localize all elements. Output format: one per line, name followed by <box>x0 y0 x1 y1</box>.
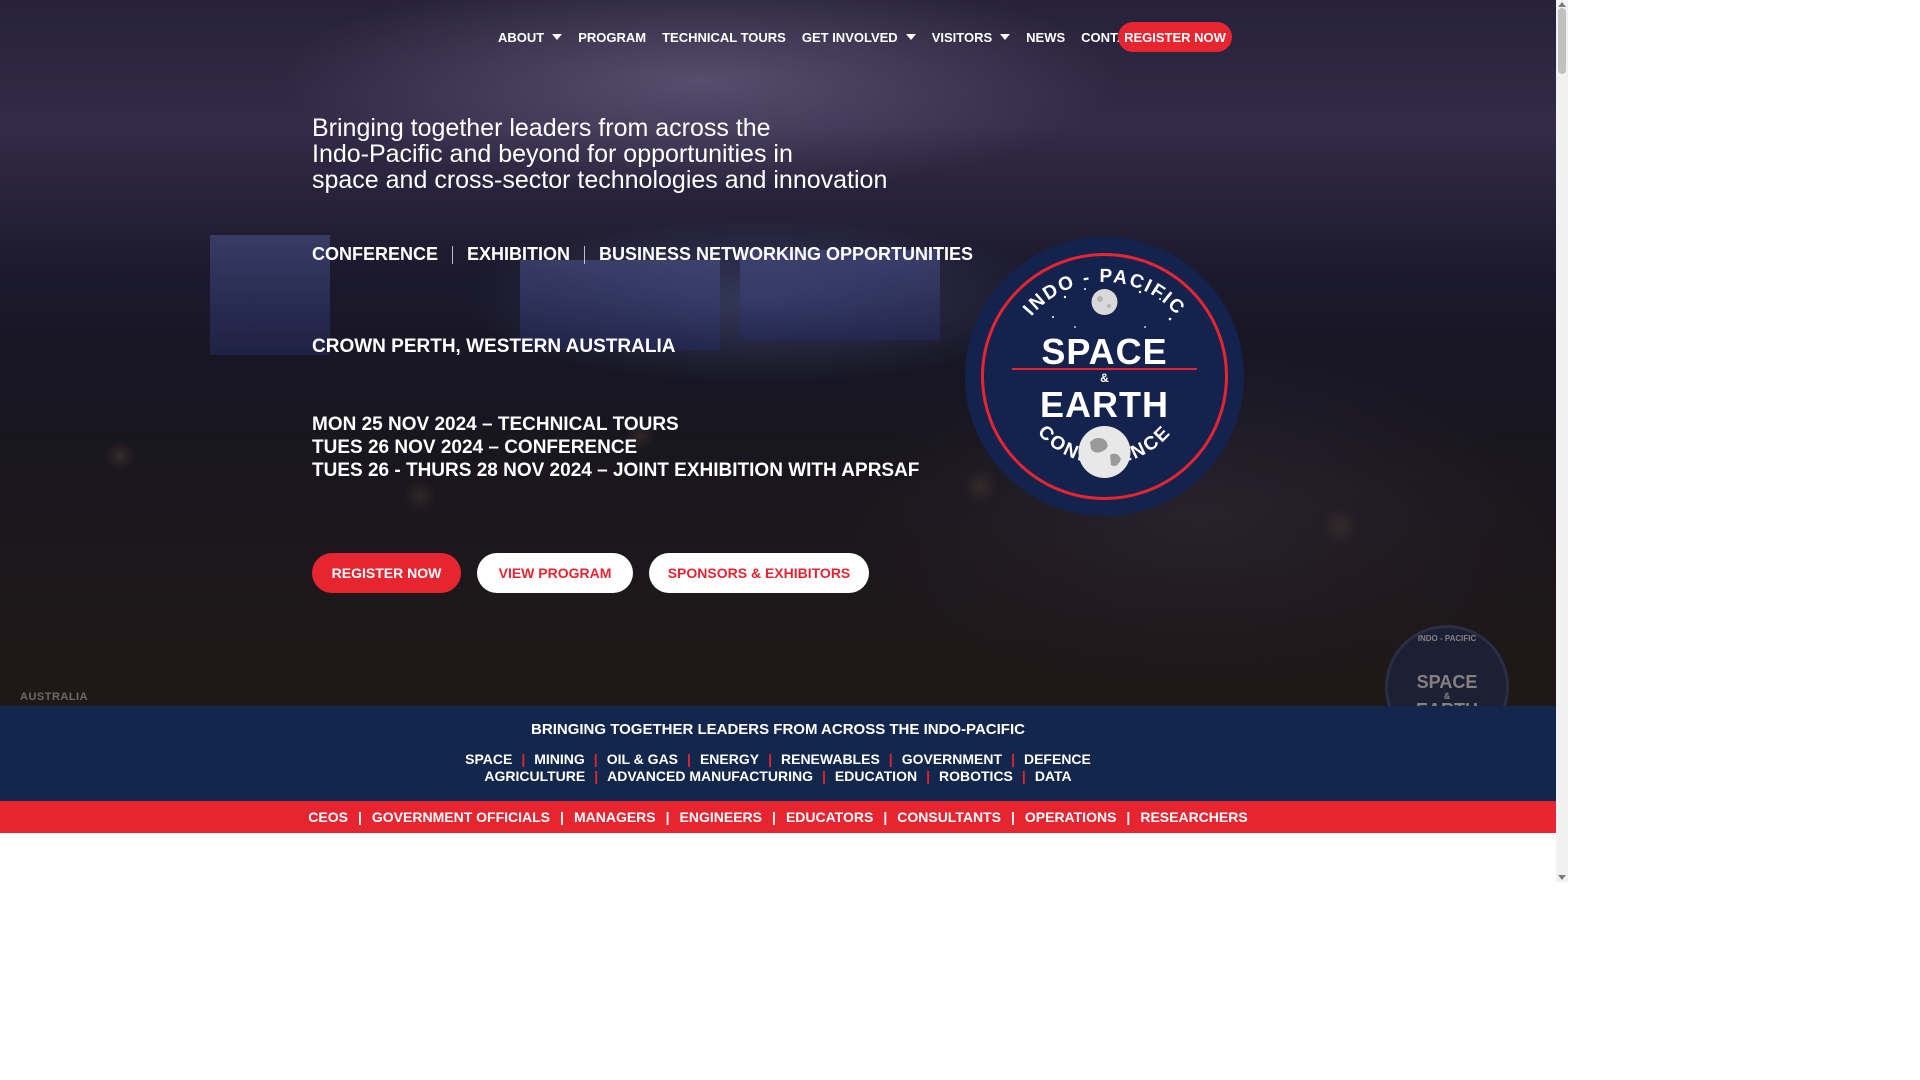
chevron-down-icon <box>905 34 916 40</box>
sector-separator: | <box>1021 768 1026 784</box>
moon-icon <box>1091 289 1118 315</box>
sectors-row-1: SPACE | MINING | OIL & GAS | ENERGY | RENEWA… <box>0 751 1556 767</box>
role-item: ENGINEERS <box>679 809 763 825</box>
view-program-button[interactable]: VIEW PROGRAM <box>477 553 633 593</box>
scroll-down-arrow-icon[interactable] <box>1558 875 1566 880</box>
role-separator: | <box>560 809 564 825</box>
sector-item: RENEWABLES <box>781 751 880 767</box>
nav-visitors[interactable]: VISITORS <box>924 30 1018 45</box>
date-line: TUES 26 - THURS 28 NOV 2024 – JOINT EXHI… <box>312 460 920 481</box>
role-item: MANAGERS <box>573 809 656 825</box>
nav-about-label: ABOUT <box>498 29 545 45</box>
sector-separator: | <box>926 768 930 784</box>
sectors-title: BRINGING TOGETHER LEADERS FROM ACROSS TH… <box>531 721 1025 738</box>
role-item: RESEARCHERS <box>1140 809 1248 825</box>
hero-buttons: REGISTER NOW VIEW PROGRAM SPONSORS & EXH… <box>312 553 885 593</box>
sector-separator: | <box>821 768 826 784</box>
roles-band: CEOS | GOVERNMENT OFFICIALS | MANAGERS | EN… <box>0 801 1556 833</box>
register-now-button[interactable]: REGISTER NOW <box>312 553 461 593</box>
event-venue: CROWN PERTH, WESTERN AUSTRALIA <box>312 336 676 357</box>
logo-line1: SPACE <box>1041 331 1167 372</box>
role-item: CONSULTANTS <box>897 809 1001 825</box>
event-dates: MON 25 NOV 2024 – TECHNICAL TOURS TUES 2… <box>312 413 919 482</box>
nav-news[interactable]: NEWS <box>1018 30 1073 45</box>
earth-globe-icon <box>1078 426 1131 478</box>
scroll-up-arrow-icon[interactable] <box>1558 2 1566 7</box>
nav-register-button[interactable]: REGISTER NOW <box>1118 22 1232 52</box>
scroll-thumb[interactable] <box>1558 8 1566 74</box>
sector-item: SPACE <box>465 751 513 767</box>
page-scrollbar[interactable] <box>1556 0 1568 882</box>
sector-item: AGRICULTURE <box>484 768 586 784</box>
sector-separator: | <box>521 751 526 767</box>
sector-separator: | <box>594 768 599 784</box>
nav-program-label: PROGRAM <box>578 29 647 45</box>
sectors-row-2: AGRICULTURE | ADVANCED MANUFACTURING | EDU… <box>0 768 1556 784</box>
role-separator: | <box>1126 809 1131 825</box>
tagline-line: space and cross-sector technologies and … <box>312 166 888 194</box>
sector-separator: | <box>593 751 598 767</box>
conference-logo: INDO - PACIFIC CONFERENCE SPACE & EARTH <box>965 237 1244 516</box>
pillar-divider <box>452 245 454 264</box>
logo-line2: EARTH <box>1040 384 1169 425</box>
role-separator: | <box>883 809 888 825</box>
pillar-exhibition: EXHIBITION <box>467 244 571 264</box>
nav-technical-tours[interactable]: TECHNICAL TOURS <box>654 30 794 45</box>
tagline-line: Bringing together leaders from across th… <box>312 114 771 142</box>
nav-visitors-label: VISITORS <box>931 29 993 45</box>
main-nav: ABOUT PROGRAM TECHNICAL TOURS GET INVOLV… <box>490 22 1152 52</box>
pillar-networking: BUSINESS NETWORKING OPPORTUNITIES <box>599 244 974 264</box>
nav-about[interactable]: ABOUT <box>490 30 570 45</box>
role-item: GOVERNMENT OFFICIALS <box>371 809 551 825</box>
nav-get-involved[interactable]: GET INVOLVED <box>794 30 924 45</box>
pillar-conference: CONFERENCE <box>312 244 439 264</box>
sector-item: MINING <box>534 751 585 767</box>
logo-graphic: INDO - PACIFIC CONFERENCE SPACE & EARTH <box>981 253 1228 500</box>
logo-ampersand: & <box>1100 371 1109 385</box>
hero-section <box>0 0 1556 706</box>
chevron-down-icon <box>1000 34 1011 40</box>
sector-separator: | <box>1011 751 1015 767</box>
sector-item: DEFENCE <box>1023 751 1091 767</box>
role-separator: | <box>772 809 776 825</box>
hero-tagline: Bringing together leaders from across th… <box>312 115 952 193</box>
role-item: CEOS <box>308 809 348 825</box>
nav-program[interactable]: PROGRAM <box>570 30 654 45</box>
role-item: EDUCATORS <box>785 809 874 825</box>
sector-separator: | <box>768 751 772 767</box>
sector-item: ROBOTICS <box>939 768 1013 784</box>
role-item: OPERATIONS <box>1024 809 1117 825</box>
sector-item: ADVANCED MANUFACTURING <box>607 768 813 784</box>
date-line: MON 25 NOV 2024 – TECHNICAL TOURS <box>312 414 679 435</box>
sector-item: ENERGY <box>699 751 760 767</box>
sector-item: OIL & GAS <box>606 751 679 767</box>
sectors-band: BRINGING TOGETHER LEADERS FROM ACROSS TH… <box>0 706 1556 801</box>
background-logo-line1: SPACE <box>1416 672 1478 692</box>
pillar-divider <box>584 245 586 264</box>
event-pillars: CONFERENCE EXHIBITION BUSINESS NETWORKIN… <box>312 244 973 265</box>
sector-item: DATA <box>1034 768 1072 784</box>
sector-separator: | <box>687 751 691 767</box>
chevron-down-icon <box>552 34 563 40</box>
sector-item: EDUCATION <box>834 768 918 784</box>
nav-technical-tours-label: TECHNICAL TOURS <box>662 29 786 45</box>
nav-news-label: NEWS <box>1026 29 1066 45</box>
background-logo-top-text: INDO - PACIFIC <box>1417 634 1477 643</box>
sector-item: GOVERNMENT <box>901 751 1003 767</box>
role-separator: | <box>357 809 362 825</box>
tagline-line: Indo-Pacific and beyond for opportunitie… <box>312 140 793 168</box>
sponsors-exhibitors-button[interactable]: SPONSORS & EXHIBITORS <box>649 553 869 593</box>
date-line: TUES 26 NOV 2024 – CONFERENCE <box>312 437 638 458</box>
sector-separator: | <box>888 751 893 767</box>
role-separator: | <box>665 809 670 825</box>
background-watermark: AUSTRALIA <box>20 691 89 703</box>
role-separator: | <box>1010 809 1015 825</box>
nav-get-involved-label: GET INVOLVED <box>801 29 898 45</box>
